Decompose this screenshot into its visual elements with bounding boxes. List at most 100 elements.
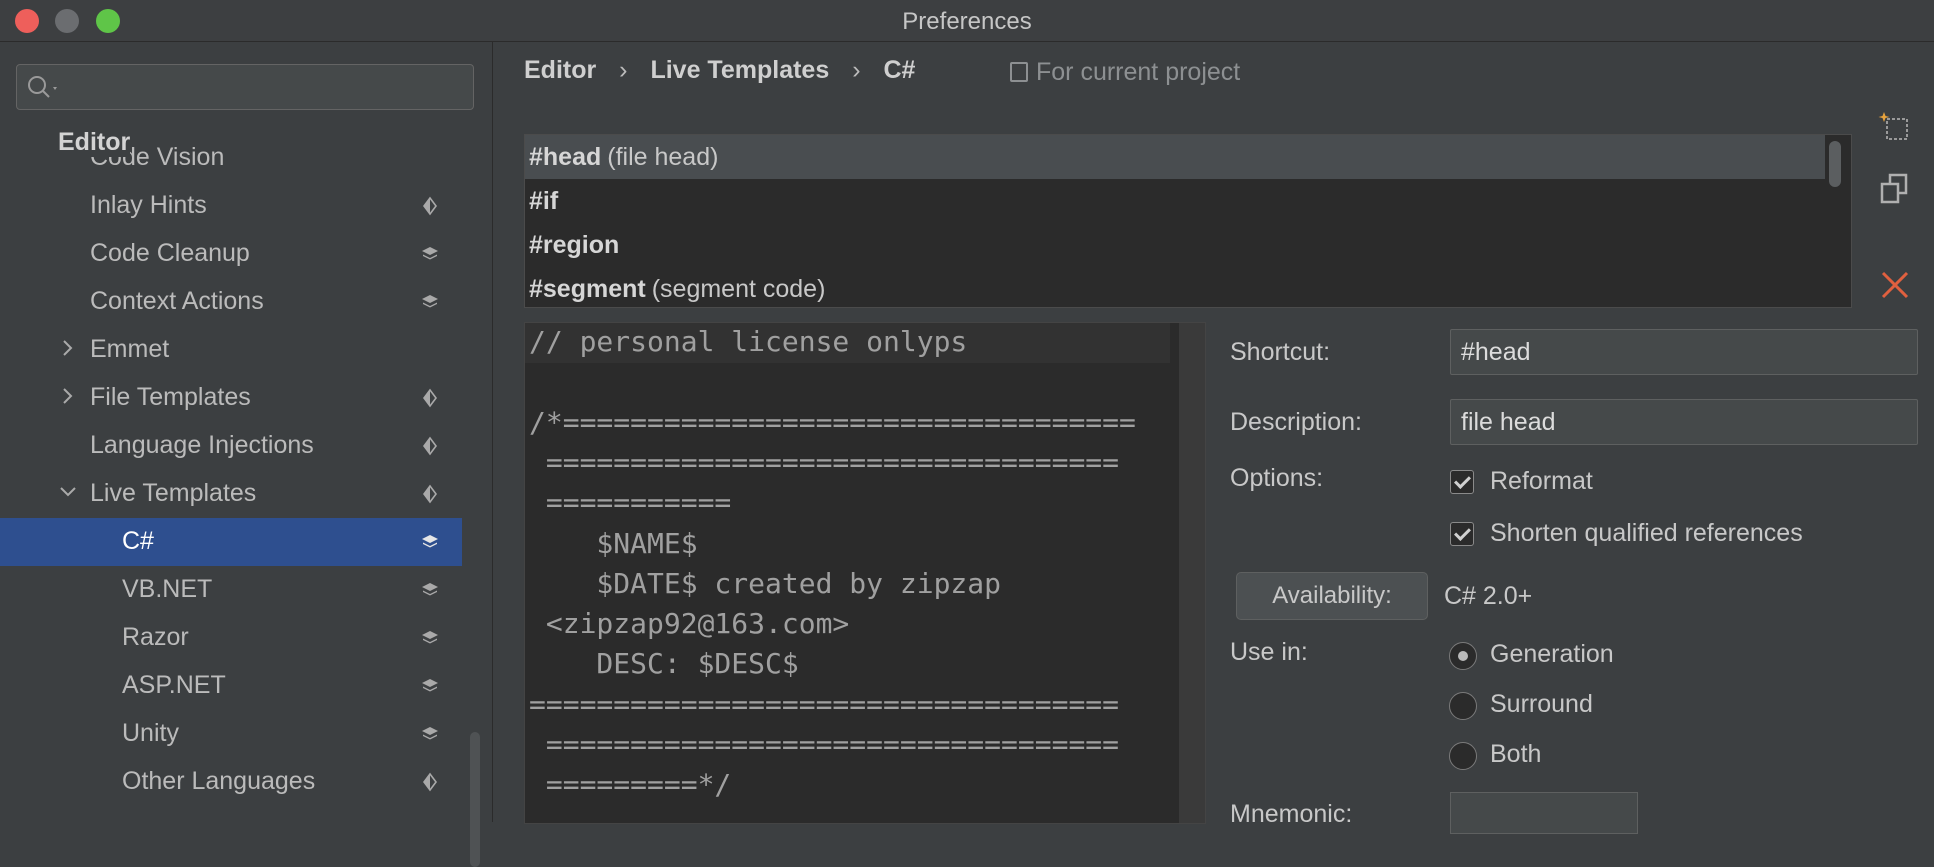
template-row-text: #head (file head) [529, 143, 718, 172]
code-line: <zipzap92@163.com> [529, 607, 850, 641]
scope-label: For current project [1036, 58, 1241, 86]
template-shortcut: #if [529, 187, 559, 215]
ide-settings-icon [422, 535, 438, 548]
project-settings-icon [423, 436, 437, 456]
sidebar-item-emmet[interactable]: Emmet [0, 326, 462, 374]
ide-settings-icon [422, 583, 438, 596]
code-line: =================================== [529, 687, 1120, 721]
breadcrumb-separator: › [619, 56, 628, 84]
breadcrumb-editor[interactable]: Editor [524, 56, 596, 84]
template-row[interactable]: #head (file head) [525, 135, 1825, 179]
sidebar-item-razor[interactable]: Razor [0, 614, 462, 662]
code-line: // personal license onlyps [529, 325, 968, 358]
settings-search-input[interactable] [16, 64, 474, 110]
sidebar-item-context-actions[interactable]: Context Actions [0, 278, 462, 326]
project-scope-icon [1010, 62, 1028, 82]
title-bar: Preferences [0, 0, 1934, 42]
template-row[interactable]: #if [525, 179, 1825, 223]
shorten-references-label: Shorten qualified references [1490, 519, 1803, 547]
sidebar-item-unity[interactable]: Unity [0, 710, 462, 758]
editor-scrollbar[interactable] [1179, 323, 1205, 823]
shortcut-label: Shortcut: [1230, 338, 1331, 366]
template-description: (file head) [607, 143, 719, 171]
template-row[interactable]: #region [525, 223, 1825, 267]
settings-sidebar: Editor Code Vision Inlay Hints Code Cleanu… [0, 42, 493, 867]
sidebar-item-other-languages[interactable]: Other Languages [0, 758, 462, 806]
chevron-down-icon[interactable] [58, 482, 78, 502]
shortcut-field[interactable]: #head [1450, 329, 1918, 375]
chevron-right-icon[interactable] [58, 338, 78, 358]
project-settings-icon [423, 196, 437, 216]
mnemonic-label: Mnemonic: [1230, 800, 1353, 828]
generation-label: Generation [1490, 640, 1614, 668]
sidebar-item-label: File Templates [90, 383, 251, 411]
code-line: /*================================== [529, 405, 1136, 439]
sidebar-item-label: C# [122, 527, 154, 555]
sidebar-item-label: Inlay Hints [90, 191, 207, 219]
sidebar-item-code-cleanup[interactable]: Code Cleanup [0, 230, 462, 278]
project-settings-icon [423, 772, 437, 792]
template-text-editor[interactable]: // personal license onlyps /*============… [524, 322, 1206, 824]
reformat-checkbox[interactable] [1450, 470, 1474, 494]
use-in-label: Use in: [1230, 638, 1308, 666]
availability-button[interactable]: Availability: [1236, 572, 1428, 620]
code-line: DESC: $DESC$ [529, 647, 799, 681]
duplicate-icon[interactable] [1878, 172, 1912, 206]
template-row-text: #region [529, 231, 619, 260]
generation-radio[interactable] [1449, 642, 1477, 670]
breadcrumb-live-templates[interactable]: Live Templates [650, 56, 829, 84]
options-label: Options: [1230, 464, 1324, 492]
description-value: file head [1461, 408, 1556, 436]
ide-settings-icon [422, 247, 438, 260]
tree-section-header: Editor [58, 128, 131, 157]
shorten-references-checkbox[interactable] [1450, 522, 1474, 546]
sidebar-item-label: Unity [122, 719, 179, 747]
shortcut-value: #head [1461, 338, 1531, 366]
template-list-scrollbar[interactable] [1829, 141, 1841, 187]
breadcrumb: Editor › Live Templates › C# [524, 56, 931, 85]
template-description: (segment code) [651, 275, 826, 303]
sidebar-item-label: Razor [122, 623, 189, 651]
sidebar-item-label: Code Cleanup [90, 239, 250, 267]
mnemonic-field[interactable] [1450, 792, 1638, 834]
new-template-icon[interactable] [1878, 110, 1912, 144]
code-line: ================================== [529, 728, 1120, 761]
sidebar-item-label: Emmet [90, 335, 170, 363]
ide-settings-icon [422, 727, 438, 740]
reformat-label: Reformat [1490, 467, 1593, 495]
project-settings-icon [423, 388, 437, 408]
sidebar-item-vb-net[interactable]: VB.NET [0, 566, 462, 614]
code-line: =========== [529, 486, 732, 520]
breadcrumb-csharp: C# [883, 56, 916, 84]
sidebar-item-language-injections[interactable]: Language Injections [0, 422, 462, 470]
surround-radio[interactable] [1449, 692, 1477, 720]
template-shortcut: #head [529, 143, 602, 171]
template-list: #segment (segment code) #region #if #head (fi… [524, 134, 1852, 308]
sidebar-scrollbar[interactable] [470, 732, 480, 867]
sidebar-item-asp-net[interactable]: ASP.NET [0, 662, 462, 710]
sidebar-item-file-templates[interactable]: File Templates [0, 374, 462, 422]
both-label: Both [1490, 740, 1542, 768]
both-radio[interactable] [1449, 742, 1477, 770]
window-title: Preferences [902, 8, 1032, 35]
sidebar-item-label: ASP.NET [122, 671, 226, 699]
sidebar-item-label: Live Templates [90, 479, 257, 507]
template-shortcut: #segment [529, 275, 646, 303]
sidebar-item-live-templates[interactable]: Live Templates [0, 470, 462, 518]
search-icon [28, 76, 57, 98]
description-label: Description: [1230, 408, 1362, 436]
sidebar-item-inlay-hints[interactable]: Inlay Hints [0, 182, 462, 230]
delete-icon[interactable] [1878, 268, 1912, 302]
settings-tree: Editor Code Vision Inlay Hints Code Cleanu… [0, 128, 462, 822]
project-settings-icon [423, 484, 437, 504]
chevron-right-icon[interactable] [58, 386, 78, 406]
ide-settings-icon [422, 631, 438, 644]
template-row-text: #if [529, 187, 558, 216]
surround-label: Surround [1490, 690, 1593, 718]
template-row[interactable]: #segment (segment code) [525, 267, 1825, 311]
code-line: =========*/ [529, 768, 732, 802]
sidebar-item-label: Other Languages [122, 767, 316, 795]
sidebar-item-csharp[interactable]: C# [0, 518, 462, 566]
sidebar-item-label: VB.NET [122, 575, 213, 603]
description-field[interactable]: file head [1450, 399, 1918, 445]
